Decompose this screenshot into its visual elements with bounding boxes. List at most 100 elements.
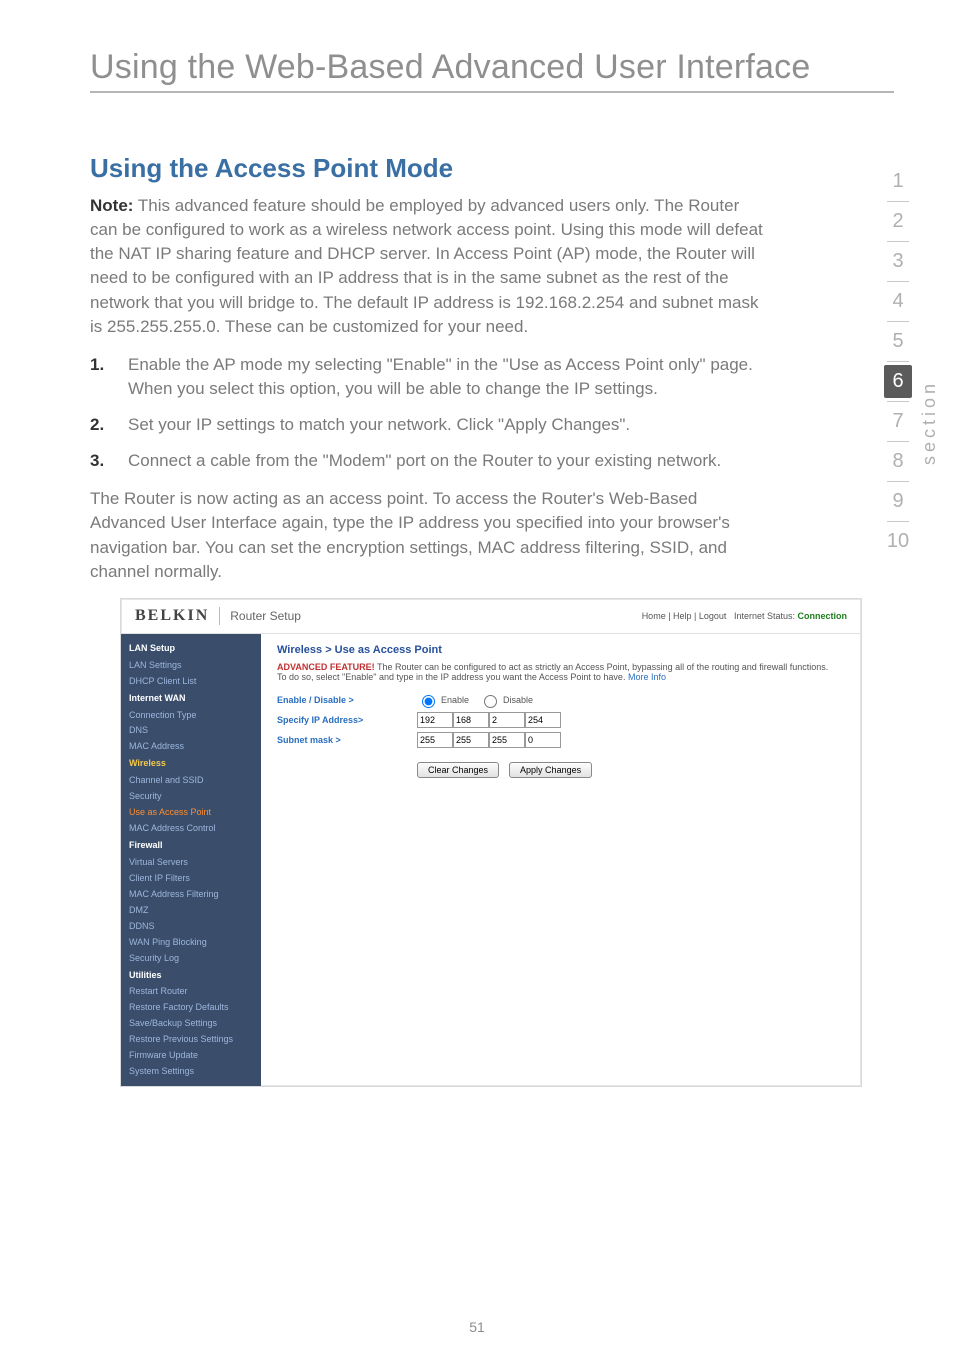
nav-heading: Utilities <box>121 967 261 985</box>
section-nav-item[interactable]: 10 <box>884 525 912 558</box>
nav-item[interactable]: Connection Type <box>121 708 261 724</box>
section-nav-item[interactable]: 2 <box>884 205 912 238</box>
nav-item[interactable]: DHCP Client List <box>121 674 261 690</box>
status-value: Connection <box>798 611 848 621</box>
divider <box>887 201 909 202</box>
note-body: This advanced feature should be employed… <box>90 196 763 336</box>
step-num: 3. <box>90 449 104 473</box>
step-text: Set your IP settings to match your netwo… <box>128 415 630 434</box>
ip-row: Specify IP Address> <box>277 712 845 728</box>
divider <box>887 361 909 362</box>
nav-item[interactable]: MAC Address Filtering <box>121 887 261 903</box>
section-nav-item[interactable]: 4 <box>884 285 912 318</box>
nav-item[interactable]: Security <box>121 789 261 805</box>
mask-octet-4[interactable] <box>525 732 561 748</box>
note-paragraph: Note: This advanced feature should be em… <box>90 194 770 339</box>
disable-radio-input[interactable] <box>484 695 497 708</box>
nav-heading: Internet WAN <box>121 690 261 708</box>
router-sidebar: LAN Setup LAN Settings DHCP Client List … <box>121 634 261 1086</box>
router-admin-screenshot: BELKIN Router Setup Home | Help | Logout… <box>120 598 862 1087</box>
divider <box>219 607 220 625</box>
ip-octet-2[interactable] <box>453 712 489 728</box>
nav-item[interactable]: Save/Backup Settings <box>121 1016 261 1032</box>
warning-label: ADVANCED FEATURE! <box>277 662 375 672</box>
nav-item[interactable]: DNS <box>121 723 261 739</box>
mask-octet-3[interactable] <box>489 732 525 748</box>
enable-radio[interactable]: Enable <box>417 692 469 708</box>
step-text: Connect a cable from the "Modem" port on… <box>128 451 721 470</box>
chapter-title: Using the Web-Based Advanced User Interf… <box>90 48 894 87</box>
nav-item[interactable]: Client IP Filters <box>121 871 261 887</box>
mask-octet-1[interactable] <box>417 732 453 748</box>
mask-octet-2[interactable] <box>453 732 489 748</box>
after-steps: The Router is now acting as an access po… <box>90 487 770 584</box>
nav-item-current[interactable]: Use as Access Point <box>121 805 261 821</box>
disable-radio[interactable]: Disable <box>479 692 533 708</box>
section-nav-item-current[interactable]: 6 <box>884 365 912 398</box>
nav-heading: Firewall <box>121 837 261 855</box>
divider <box>887 441 909 442</box>
warning-text: ADVANCED FEATURE! The Router can be conf… <box>277 662 837 682</box>
divider <box>887 241 909 242</box>
nav-item[interactable]: Channel and SSID <box>121 773 261 789</box>
ip-octet-3[interactable] <box>489 712 525 728</box>
nav-item[interactable]: DDNS <box>121 919 261 935</box>
section-nav-item[interactable]: 8 <box>884 445 912 478</box>
step-item: 2. Set your IP settings to match your net… <box>90 413 770 437</box>
nav-item[interactable]: DMZ <box>121 903 261 919</box>
nav-item[interactable]: Restore Factory Defaults <box>121 1000 261 1016</box>
nav-item[interactable]: LAN Settings <box>121 658 261 674</box>
row-label: Subnet mask > <box>277 735 417 745</box>
enable-radio-input[interactable] <box>422 695 435 708</box>
router-title: Router Setup <box>230 609 301 623</box>
step-num: 2. <box>90 413 104 437</box>
section-nav-item[interactable]: 9 <box>884 485 912 518</box>
breadcrumb: Wireless > Use as Access Point <box>277 644 845 656</box>
page-number: 51 <box>0 1319 954 1335</box>
chapter-rule <box>90 91 894 93</box>
nav-item[interactable]: MAC Address <box>121 739 261 755</box>
divider <box>887 321 909 322</box>
disable-radio-label: Disable <box>503 695 533 705</box>
ip-octet-1[interactable] <box>417 712 453 728</box>
apply-changes-button[interactable]: Apply Changes <box>509 762 592 778</box>
nav-item[interactable]: MAC Address Control <box>121 821 261 837</box>
nav-item[interactable]: WAN Ping Blocking <box>121 935 261 951</box>
row-label: Enable / Disable > <box>277 695 417 705</box>
divider <box>887 281 909 282</box>
section-nav: 1 2 3 4 5 6 7 8 9 10 <box>884 165 912 558</box>
nav-item[interactable]: Virtual Servers <box>121 855 261 871</box>
row-label: Specify IP Address> <box>277 715 417 725</box>
divider <box>887 521 909 522</box>
mask-row: Subnet mask > <box>277 732 845 748</box>
clear-changes-button[interactable]: Clear Changes <box>417 762 499 778</box>
step-item: 3. Connect a cable from the "Modem" port … <box>90 449 770 473</box>
nav-item[interactable]: System Settings <box>121 1064 261 1080</box>
more-info-link[interactable]: More Info <box>628 672 666 682</box>
section-nav-item[interactable]: 5 <box>884 325 912 358</box>
section-nav-item[interactable]: 1 <box>884 165 912 198</box>
enable-radio-label: Enable <box>441 695 469 705</box>
section-label: section <box>919 380 940 465</box>
section-nav-item[interactable]: 3 <box>884 245 912 278</box>
step-num: 1. <box>90 353 104 377</box>
divider <box>887 481 909 482</box>
nav-item[interactable]: Restart Router <box>121 984 261 1000</box>
section-nav-item[interactable]: 7 <box>884 405 912 438</box>
nav-item[interactable]: Security Log <box>121 951 261 967</box>
nav-item[interactable]: Firmware Update <box>121 1048 261 1064</box>
nav-item[interactable]: Restore Previous Settings <box>121 1032 261 1048</box>
enable-row: Enable / Disable > Enable Disable <box>277 692 845 708</box>
router-main: Wireless > Use as Access Point ADVANCED … <box>261 634 861 1086</box>
status-label: Internet Status: <box>734 611 795 621</box>
step-text: Enable the AP mode my selecting "Enable"… <box>128 355 753 398</box>
ip-octet-4[interactable] <box>525 712 561 728</box>
brand-logo: BELKIN <box>135 607 209 625</box>
divider <box>887 401 909 402</box>
nav-heading: LAN Setup <box>121 640 261 658</box>
steps-list: 1. Enable the AP mode my selecting "Enabl… <box>90 353 770 474</box>
step-item: 1. Enable the AP mode my selecting "Enabl… <box>90 353 770 401</box>
nav-heading: Wireless <box>121 755 261 773</box>
top-links-left[interactable]: Home | Help | Logout <box>642 611 727 621</box>
router-header: BELKIN Router Setup Home | Help | Logout… <box>121 599 861 634</box>
